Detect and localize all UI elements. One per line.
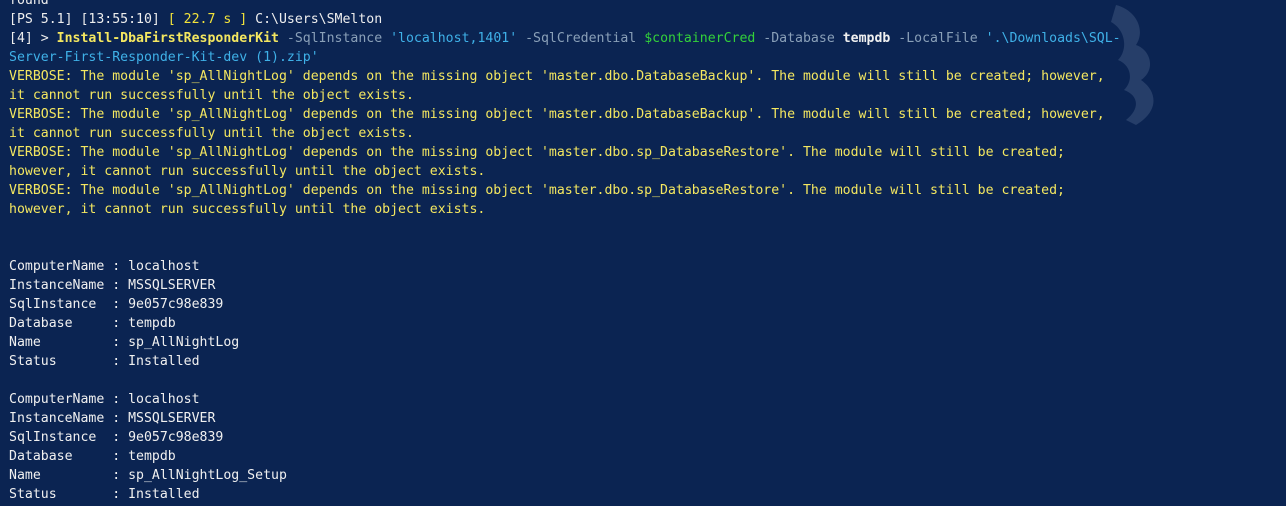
record-field: InstanceName : MSSQLSERVER bbox=[9, 411, 216, 426]
record-field: Database : tempdb bbox=[9, 449, 176, 464]
verbose-line: however, it cannot run successfully unti… bbox=[9, 164, 486, 179]
param-sqlinstance: -SqlInstance bbox=[278, 31, 391, 46]
prompt-prefix: [PS 5.1] [13:55:10] bbox=[9, 12, 168, 27]
powershell-terminal[interactable]: found [PS 5.1] [13:55:10] [ 22.7 s ] C:\… bbox=[0, 0, 1286, 506]
param-sqlcredential: -SqlCredential bbox=[517, 31, 645, 46]
record-field: SqlInstance : 9e057c98e839 bbox=[9, 430, 224, 445]
value-sqlcredential: $containerCred bbox=[644, 31, 756, 46]
param-database: -Database bbox=[755, 31, 843, 46]
record-field: Name : sp_AllNightLog_Setup bbox=[9, 468, 287, 483]
verbose-line: it cannot run successfully until the obj… bbox=[9, 88, 414, 103]
verbose-line: VERBOSE: The module 'sp_AllNightLog' dep… bbox=[9, 145, 1065, 160]
record-field: SqlInstance : 9e057c98e839 bbox=[9, 297, 224, 312]
record-field: Status : Installed bbox=[9, 354, 200, 369]
scrollbar[interactable] bbox=[1282, 0, 1286, 506]
record-field: Status : Installed bbox=[9, 487, 200, 502]
prompt-duration: [ 22.7 s ] bbox=[167, 12, 248, 27]
record-field: Name : sp_AllNightLog bbox=[9, 335, 240, 350]
cropped-line: found bbox=[9, 0, 49, 8]
verbose-line: VERBOSE: The module 'sp_AllNightLog' dep… bbox=[9, 107, 1105, 122]
verbose-line: VERBOSE: The module 'sp_AllNightLog' dep… bbox=[9, 69, 1105, 84]
terminal-output: found [PS 5.1] [13:55:10] [ 22.7 s ] C:\… bbox=[9, 0, 1272, 504]
verbose-line: it cannot run successfully until the obj… bbox=[9, 126, 414, 141]
prompt-line: [PS 5.1] [13:55:10] [ 22.7 s ] C:\Users\… bbox=[9, 10, 1272, 29]
verbose-line: however, it cannot run successfully unti… bbox=[9, 202, 486, 217]
prompt-path: C:\Users\SMelton bbox=[247, 12, 383, 27]
value-database: tempdb bbox=[842, 31, 891, 46]
value-localfile: '.\Downloads\SQL- bbox=[985, 31, 1121, 46]
command-counter: [4] > bbox=[9, 31, 57, 46]
value-sqlinstance: 'localhost,1401' bbox=[390, 31, 518, 46]
command-cmdlet: Install-DbaFirstResponderKit bbox=[56, 31, 279, 46]
command-line: [4] > Install-DbaFirstResponderKit -SqlI… bbox=[9, 29, 1272, 48]
param-localfile: -LocalFile bbox=[890, 31, 986, 46]
record-field: InstanceName : MSSQLSERVER bbox=[9, 278, 216, 293]
record-field: ComputerName : localhost bbox=[9, 392, 200, 407]
command-line-wrap: Server-First-Responder-Kit-dev (1).zip' bbox=[9, 50, 319, 65]
record-field: Database : tempdb bbox=[9, 316, 176, 331]
record-field: ComputerName : localhost bbox=[9, 259, 200, 274]
verbose-line: VERBOSE: The module 'sp_AllNightLog' dep… bbox=[9, 183, 1065, 198]
